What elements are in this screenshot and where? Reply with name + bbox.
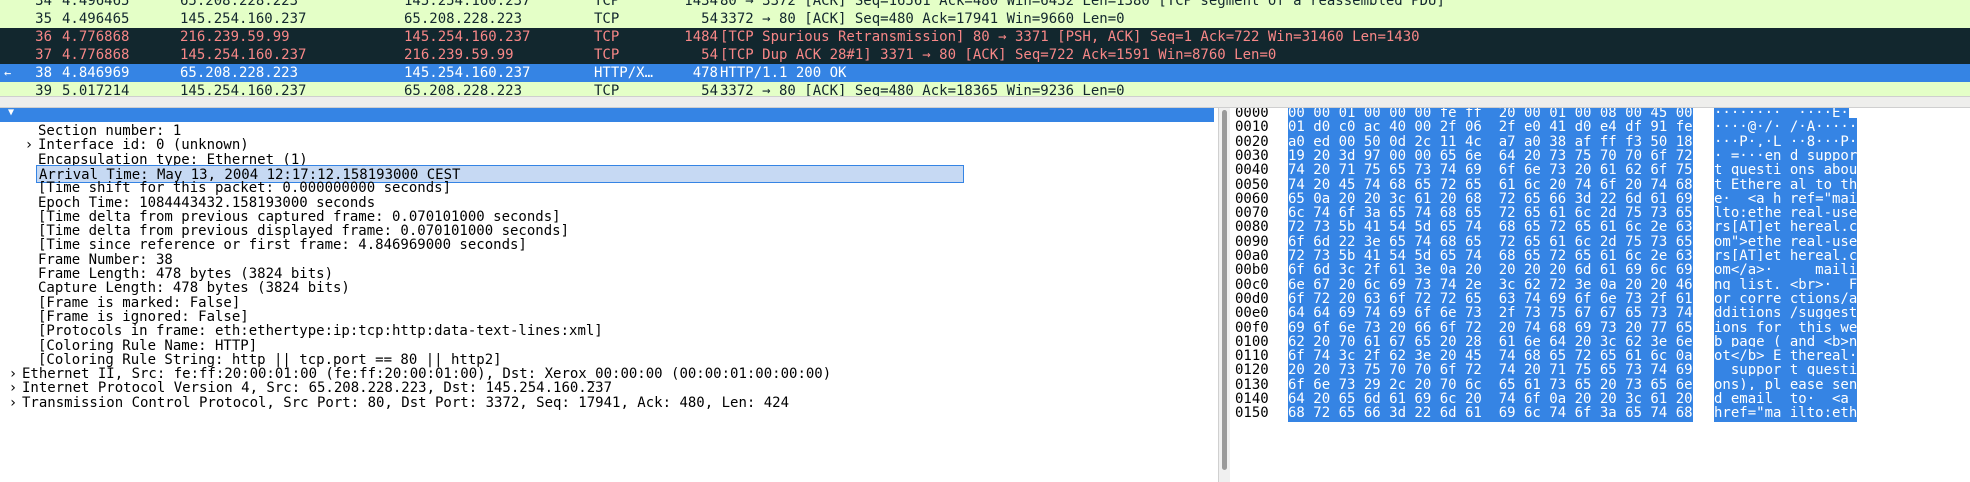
hex-bytes[interactable]: 68 72 65 66 3d 22 6d 61 69 6c 74 6f 3a 6… [1288, 404, 1693, 423]
packet-details-tree[interactable]: ▼ Frame 38: 478 bytes on wire (3824 bits… [0, 108, 1218, 482]
packet-row[interactable]: 37 4.776868 145.254.160.237 216.239.59.99 TC… [0, 46, 1970, 64]
hex-offset: 0150 [1235, 405, 1269, 422]
packet-bytes-pane[interactable]: 0000 00 00 01 00 00 00 fe ff 20 00 01 00 … [1230, 108, 1970, 482]
packet-protocol: TCP [594, 29, 620, 45]
packet-time: 5.017214 [62, 83, 130, 96]
packet-time: 4.846969 [62, 65, 130, 81]
packet-length: 54 [701, 11, 718, 27]
packet-info: HTTP/1.1 200 OK [720, 65, 847, 81]
packet-time: 4.496465 [62, 11, 130, 27]
chevron-down-icon[interactable]: ▼ [6, 108, 16, 122]
ascii-bytes[interactable]: href="ma ilto:eth [1714, 404, 1858, 423]
packet-destination: 145.254.160.237 [404, 65, 531, 81]
packet-destination: 65.208.228.223 [404, 11, 523, 27]
packet-protocol: TCP [594, 11, 620, 27]
packet-protocol: TCP [594, 47, 620, 63]
chevron-right-icon[interactable]: › [8, 394, 18, 412]
tree-item-layer[interactable]: Transmission Control Protocol, Src Port:… [22, 394, 789, 412]
packet-destination: 145.254.160.237 [404, 0, 531, 9]
packet-protocol: TCP [594, 83, 620, 96]
packet-length: 54 [701, 47, 718, 63]
packet-length: 1434 [684, 0, 718, 9]
tree-item-frame[interactable]: ▼ Frame 38: 478 bytes on wire (3824 bits… [0, 108, 1214, 157]
packet-source: 145.254.160.237 [180, 11, 307, 27]
packet-info: [TCP Dup ACK 28#1] 3371 → 80 [ACK] Seq=7… [720, 47, 1277, 63]
packet-destination: 216.239.59.99 [404, 47, 514, 63]
packet-info: 80 → 3372 [ACK] Seq=16561 Ack=480 Win=64… [720, 0, 1445, 9]
packet-length: 54 [701, 83, 718, 96]
pane-splitter[interactable] [0, 96, 1970, 108]
packet-length: 478 [692, 65, 718, 81]
packet-protocol: HTTP/X… [594, 65, 654, 81]
layer-summary: Transmission Control Protocol, Src Port:… [22, 394, 790, 411]
packet-time: 4.496465 [62, 0, 130, 9]
packet-source: 145.254.160.237 [180, 83, 307, 96]
packet-destination: 145.254.160.237 [404, 29, 531, 45]
packet-info: [TCP Spurious Retransmission] 80 → 3371 … [720, 29, 1420, 45]
packet-list[interactable]: 34 4.496465 65.208.228.223 145.254.160.237 T… [0, 0, 1970, 96]
packet-row[interactable]: 36 4.776868 216.239.59.99 145.254.160.237 TC… [0, 28, 1970, 46]
details-scrollbar[interactable] [1218, 108, 1230, 482]
packet-row[interactable]: 39 5.017214 145.254.160.237 65.208.228.223 T… [0, 82, 1970, 96]
packet-row[interactable]: 34 4.496465 65.208.228.223 145.254.160.237 T… [0, 0, 1970, 10]
packet-row[interactable]: 38 4.846969 65.208.228.223 145.254.160.237 H… [0, 64, 1970, 82]
packet-destination: 65.208.228.223 [404, 83, 523, 96]
packet-row[interactable]: 35 4.496465 145.254.160.237 65.208.228.223 T… [0, 10, 1970, 28]
hex-row: 0150 68 72 65 66 3d 22 6d 61 69 6c 74 6f … [1230, 404, 1970, 423]
selected-packet-arrow-icon: ← [4, 66, 12, 80]
packet-protocol: TCP [594, 0, 620, 9]
packet-source: 216.239.59.99 [180, 29, 290, 45]
packet-info: 3372 → 80 [ACK] Seq=480 Ack=17941 Win=96… [720, 11, 1125, 27]
packet-source: 65.208.228.223 [180, 65, 299, 81]
chevron-right-icon[interactable]: › [24, 136, 34, 154]
packet-source: 65.208.228.223 [180, 0, 299, 9]
packet-length: 1484 [684, 29, 718, 45]
packet-time: 4.776868 [62, 29, 130, 45]
packet-time: 4.776868 [62, 47, 130, 63]
packet-source: 145.254.160.237 [180, 47, 307, 63]
scrollbar-thumb[interactable] [1222, 110, 1227, 470]
packet-info: 3372 → 80 [ACK] Seq=480 Ack=18365 Win=92… [720, 83, 1125, 96]
